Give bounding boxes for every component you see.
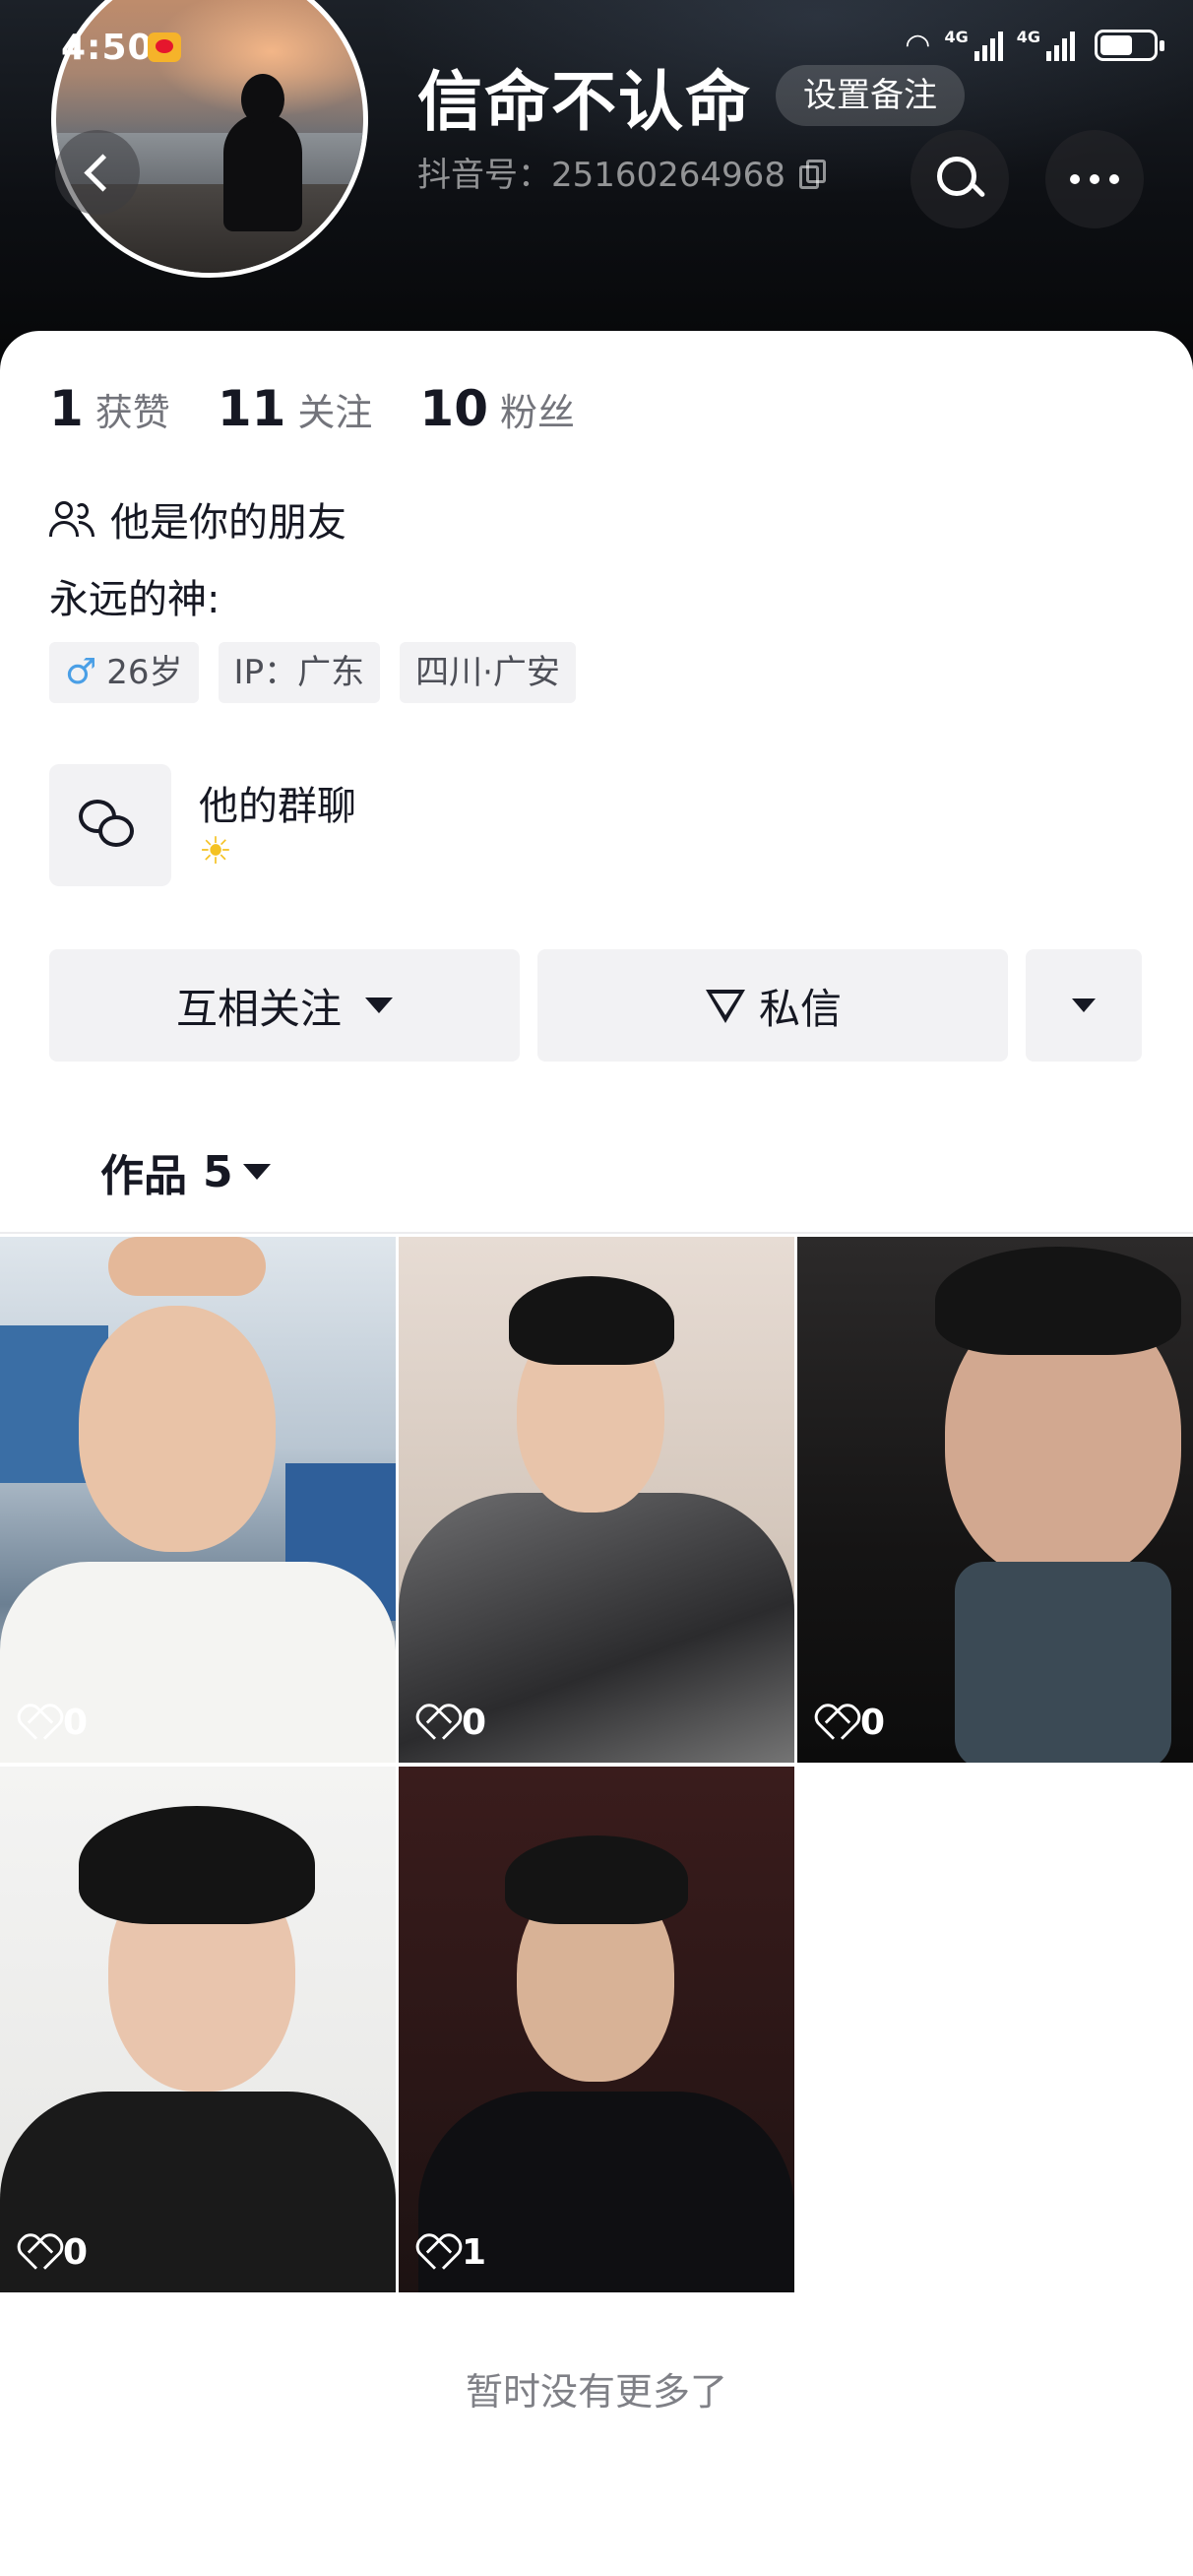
- friend-status-text: 他是你的朋友: [110, 500, 346, 546]
- mutual-follow-label: 互相关注: [175, 984, 342, 1033]
- like-count-value: 0: [860, 1703, 886, 1743]
- heart-icon: [20, 2237, 55, 2269]
- dropdown-triangle-icon: [365, 998, 393, 1013]
- group-chat-title: 他的群聊: [199, 784, 356, 829]
- heart-icon: [817, 1707, 852, 1739]
- signal-icon: [973, 30, 1003, 61]
- more-dots-icon: [1070, 174, 1119, 184]
- douyin-id[interactable]: 抖音号：25160264968: [417, 148, 826, 196]
- battery-icon: [1095, 29, 1164, 61]
- search-button[interactable]: [910, 130, 1009, 228]
- no-more-content-text: 暂时没有更多了: [465, 2370, 727, 2414]
- stats-row: 1 获赞 11 关注 10 粉丝: [49, 380, 622, 437]
- works-tab[interactable]: 作品 5: [100, 1140, 271, 1203]
- like-count: 0: [20, 1703, 88, 1743]
- like-count: 0: [817, 1703, 885, 1743]
- message-button[interactable]: 私信: [537, 949, 1008, 1062]
- heart-icon: [418, 2237, 454, 2269]
- status-icons: ◠ 4G 4G: [905, 28, 1164, 62]
- male-icon: ♂: [65, 652, 97, 692]
- like-count: 0: [20, 2232, 88, 2273]
- works-tab-count: 5: [203, 1146, 233, 1197]
- friends-icon: [49, 499, 94, 539]
- paper-plane-icon: [704, 986, 747, 1025]
- stat-following[interactable]: 11 关注: [218, 380, 373, 437]
- ip-tag: IP：广东: [218, 642, 381, 703]
- like-count: 0: [418, 1703, 486, 1743]
- stat-following-value: 11: [217, 380, 286, 437]
- friend-status[interactable]: 他是你的朋友: [49, 490, 346, 547]
- network-type-label: 4G: [944, 28, 969, 46]
- dropdown-triangle-icon: [242, 1164, 271, 1180]
- search-icon: [937, 157, 982, 202]
- stat-followers-value: 10: [419, 380, 489, 437]
- stat-likes[interactable]: 1 获赞: [49, 380, 170, 437]
- copy-icon[interactable]: [798, 159, 826, 189]
- more-actions-button[interactable]: [1026, 949, 1142, 1062]
- dropdown-triangle-icon: [1072, 998, 1096, 1012]
- video-tile[interactable]: 0: [0, 1237, 396, 1763]
- group-chat-icon-box: [49, 764, 171, 886]
- action-buttons: 互相关注 私信: [49, 949, 1142, 1062]
- works-tab-label: 作品: [100, 1151, 187, 1201]
- weibo-notification-icon: [148, 32, 181, 62]
- heart-icon: [418, 1707, 454, 1739]
- message-label: 私信: [758, 984, 842, 1033]
- like-count-value: 0: [63, 1703, 89, 1743]
- profile-card: 1 获赞 11 关注 10 粉丝 他是你的朋友 永远的神: ♂ 26岁 IP：广…: [0, 331, 1193, 2576]
- more-options-button[interactable]: [1045, 130, 1144, 228]
- profile-tags: ♂ 26岁 IP：广东 四川·广安: [49, 642, 576, 703]
- divider: [0, 1232, 1193, 1234]
- profile-header: 4:50 ◠ 4G 4G 信命不认命 设置备注 抖音号：25160264968: [0, 0, 1193, 374]
- sun-emoji: ☀: [199, 829, 233, 872]
- video-tile[interactable]: 0: [797, 1237, 1193, 1763]
- heart-icon: [20, 1707, 55, 1739]
- nickname: 信命不认命: [417, 64, 752, 140]
- like-count-value: 0: [63, 2232, 89, 2273]
- like-count: 1: [418, 2232, 486, 2273]
- stat-likes-value: 1: [49, 380, 84, 437]
- like-count-value: 1: [462, 2232, 487, 2273]
- location-tag: 四川·广安: [400, 642, 576, 703]
- group-chat-entry[interactable]: 他的群聊 ☀: [49, 764, 1144, 886]
- signal-icon-2: [1046, 30, 1075, 61]
- gender-age-tag: ♂ 26岁: [49, 642, 199, 703]
- like-count-value: 0: [462, 1703, 487, 1743]
- video-tile[interactable]: 0: [399, 1237, 794, 1763]
- network-type-label-2: 4G: [1016, 28, 1040, 46]
- age-text: 26岁: [106, 653, 183, 692]
- video-tile[interactable]: 1: [399, 1767, 794, 2292]
- stat-followers[interactable]: 10 粉丝: [419, 380, 575, 437]
- stat-followers-label: 粉丝: [500, 391, 576, 434]
- wifi-icon: ◠: [905, 28, 931, 62]
- stat-likes-label: 获赞: [94, 391, 170, 434]
- chat-bubbles-icon: [79, 800, 138, 853]
- video-tile[interactable]: 0: [0, 1767, 396, 2292]
- mutual-follow-button[interactable]: 互相关注: [49, 949, 520, 1062]
- stat-following-label: 关注: [297, 391, 373, 434]
- set-remark-button[interactable]: 设置备注: [776, 65, 965, 126]
- bio: 永远的神:: [49, 577, 220, 622]
- douyin-id-text: 抖音号：25160264968: [417, 156, 785, 195]
- status-time: 4:50: [61, 28, 154, 68]
- back-button[interactable]: [55, 130, 140, 215]
